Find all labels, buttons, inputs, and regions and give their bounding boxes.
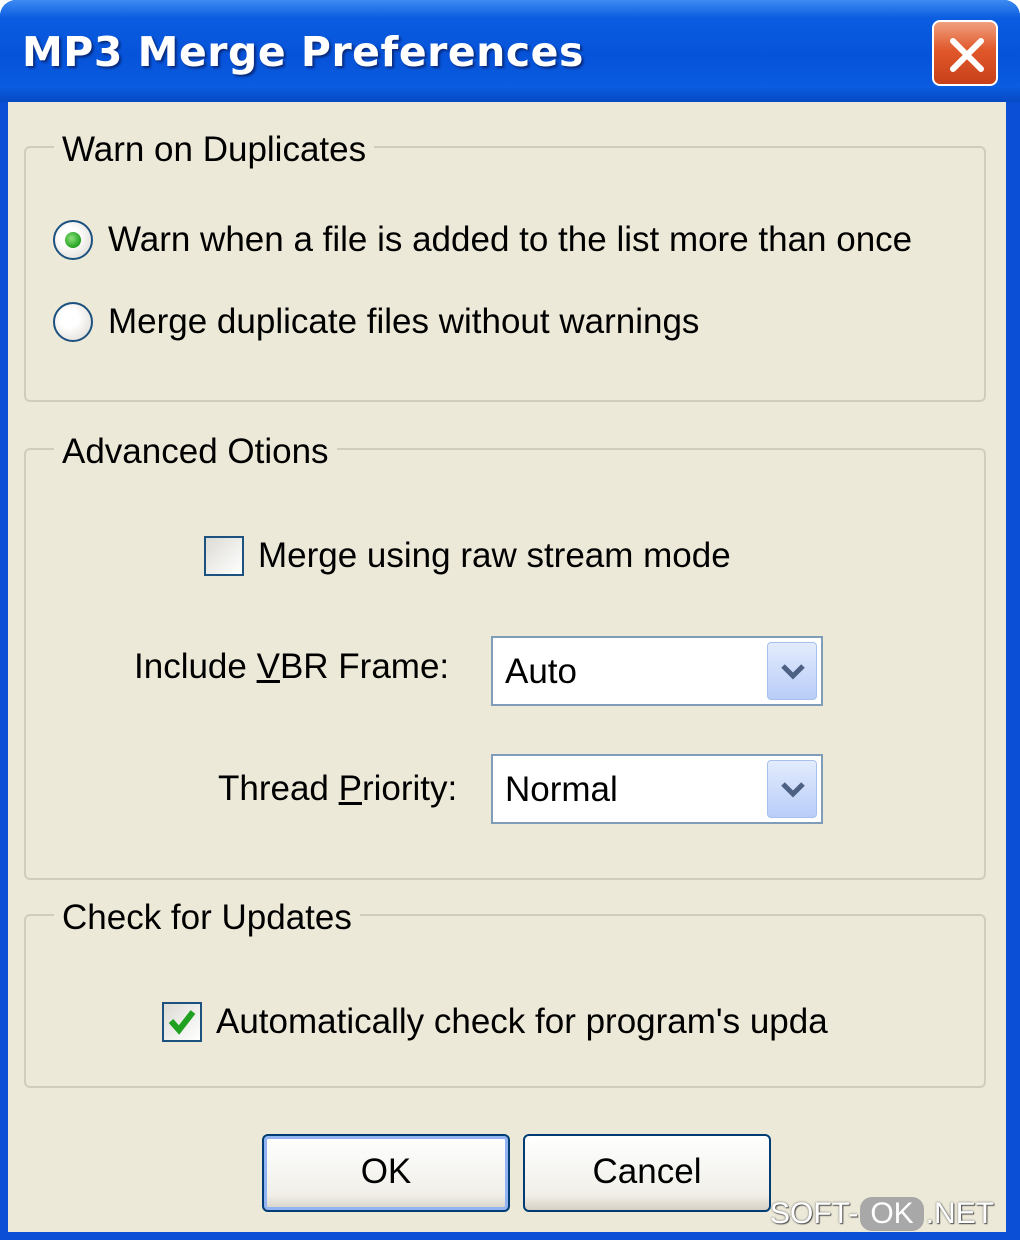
dialog-body: Warn on Duplicates Warn when a file is a… (8, 102, 1006, 1232)
vbr-frame-value: Auto (505, 652, 577, 691)
close-icon (950, 38, 984, 72)
warn-duplicates-radio[interactable] (53, 220, 93, 260)
window-title: MP3 Merge Preferences (22, 28, 584, 76)
vbr-label-prefix: Include (134, 647, 257, 686)
auto-update-label[interactable]: Automatically check for program's upda (216, 1002, 828, 1042)
duplicates-legend: Warn on Duplicates (54, 130, 375, 170)
updates-group (24, 914, 986, 1088)
vbr-frame-select[interactable]: Auto (491, 636, 823, 706)
vbr-label-accelerator: V (256, 647, 280, 686)
watermark-ok: OK (860, 1197, 924, 1231)
priority-dropdown-button[interactable] (767, 760, 817, 818)
preferences-window: MP3 Merge Preferences Warn on Duplicates… (0, 0, 1020, 1240)
raw-stream-label[interactable]: Merge using raw stream mode (258, 536, 731, 576)
priority-label-prefix: Thread (218, 769, 339, 808)
site-watermark: SOFT- OK .NET (770, 1197, 994, 1235)
cancel-button[interactable]: Cancel (523, 1134, 771, 1212)
priority-label-suffix: riority: (361, 769, 458, 808)
watermark-prefix: SOFT- (770, 1197, 859, 1230)
updates-legend: Check for Updates (54, 898, 360, 938)
auto-update-checkbox[interactable] (162, 1002, 202, 1042)
title-bar[interactable]: MP3 Merge Preferences (0, 0, 1020, 102)
warn-duplicates-label[interactable]: Warn when a file is added to the list mo… (108, 220, 912, 260)
duplicates-group (24, 146, 986, 402)
merge-duplicates-radio[interactable] (53, 302, 93, 342)
radio-dot-icon (65, 232, 81, 248)
vbr-frame-label: Include VBR Frame: (134, 647, 449, 687)
close-button[interactable] (932, 20, 998, 86)
raw-stream-checkbox[interactable] (204, 536, 244, 576)
watermark-suffix: .NET (925, 1197, 995, 1230)
chevron-down-icon (781, 782, 805, 798)
thread-priority-label: Thread Priority: (218, 769, 457, 809)
merge-duplicates-label[interactable]: Merge duplicate files without warnings (108, 302, 699, 342)
thread-priority-select[interactable]: Normal (491, 754, 823, 824)
chevron-down-icon (781, 664, 805, 680)
vbr-dropdown-button[interactable] (767, 642, 817, 700)
thread-priority-value: Normal (505, 770, 618, 809)
vbr-label-suffix: BR Frame: (279, 647, 450, 686)
priority-label-accelerator: P (338, 769, 362, 808)
advanced-legend: Advanced Otions (54, 432, 337, 472)
ok-button[interactable]: OK (262, 1134, 510, 1212)
checkmark-icon (168, 1010, 196, 1035)
